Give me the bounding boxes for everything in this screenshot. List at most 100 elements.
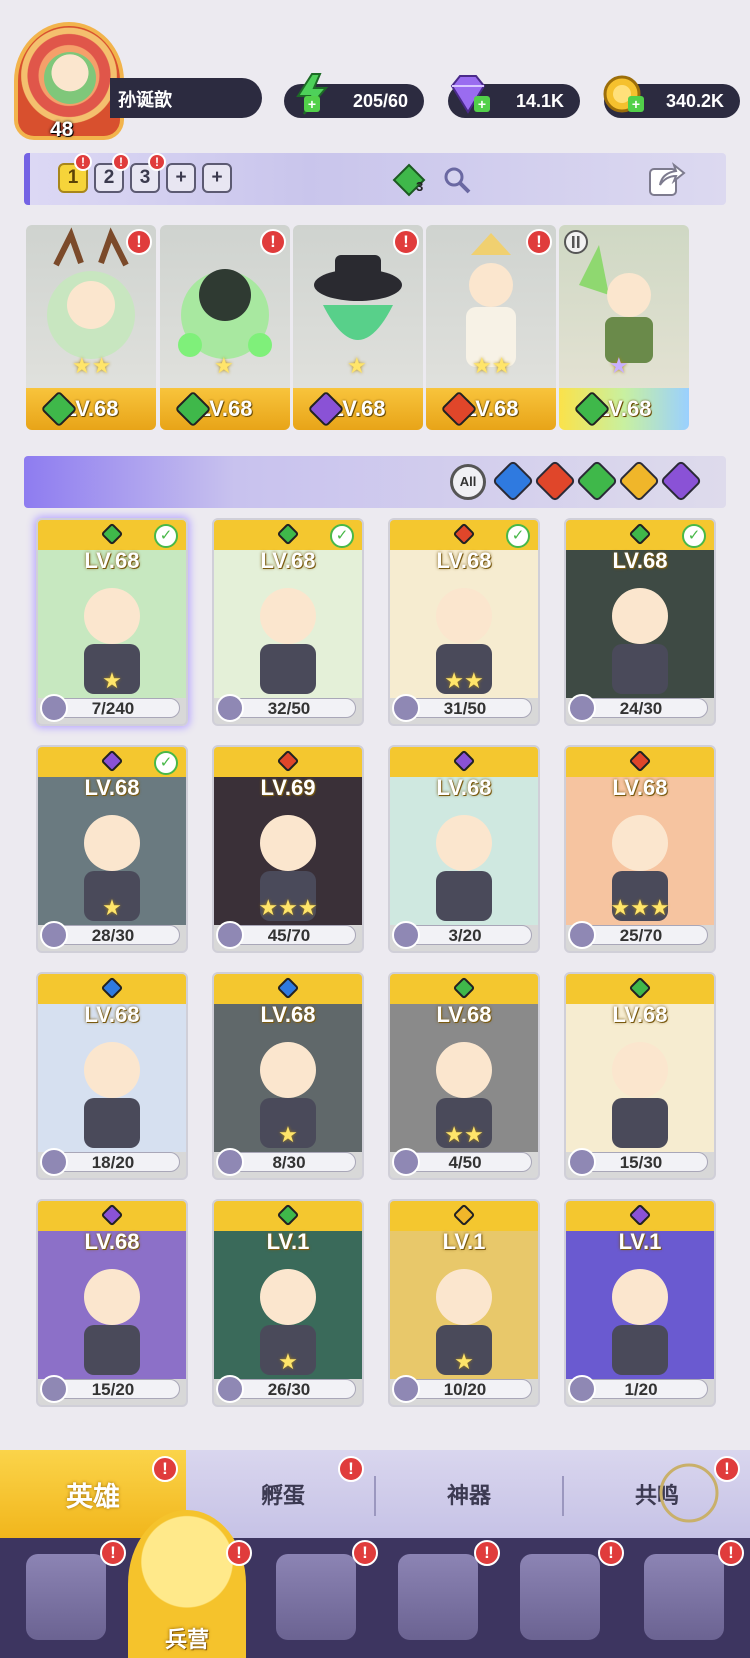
rank-badge-icon xyxy=(564,230,588,254)
dark-element-icon xyxy=(100,1203,124,1227)
filter-all-button[interactable]: All xyxy=(450,464,486,500)
hero-stars: ★ xyxy=(278,1349,298,1374)
nav-active-label: 兵营 xyxy=(164,1627,209,1652)
hero-card[interactable]: LV.68 ★★ 4/50 xyxy=(388,972,540,1180)
hero-card[interactable]: LV.68 24/30 ✓ xyxy=(564,518,716,726)
alert-badge: ! xyxy=(126,229,152,255)
gold-plus-button[interactable]: + xyxy=(628,96,644,112)
fragment-icon xyxy=(392,694,420,722)
nature-element-icon xyxy=(276,522,300,546)
hero-card[interactable]: LV.68 32/50 ✓ xyxy=(212,518,364,726)
team-selector-bar: 1 ! 2 ! 3 ! + + 3 xyxy=(24,153,726,205)
hero-level: LV.68 xyxy=(84,775,140,800)
nav-badge: ! xyxy=(352,1540,378,1566)
check-icon: ✓ xyxy=(682,524,706,548)
energy-plus-button[interactable]: + xyxy=(304,96,320,112)
dark-element-icon xyxy=(100,749,124,773)
hero-level: LV.1 xyxy=(618,1229,662,1254)
fire-element-icon xyxy=(628,749,652,773)
team-hero-card[interactable]: ★ LV.68 ! xyxy=(293,225,423,430)
nature-element-icon xyxy=(628,522,652,546)
hero-card[interactable]: LV.68 15/30 xyxy=(564,972,716,1180)
hero-card[interactable]: LV.68 15/20 xyxy=(36,1199,188,1407)
share-icon[interactable] xyxy=(646,159,686,199)
nature-element-icon xyxy=(452,976,476,1000)
hero-card[interactable]: LV.1 ★ 10/20 xyxy=(388,1199,540,1407)
loading-ring-icon xyxy=(659,1463,719,1523)
team-hero-card[interactable]: ★★ LV.68 ! xyxy=(426,225,556,430)
team-hero-card[interactable]: ★★ LV.68 ! xyxy=(26,225,156,430)
hero-card[interactable]: LV.68 ★★ 31/50 ✓ xyxy=(388,518,540,726)
gem-plus-button[interactable]: + xyxy=(474,96,490,112)
check-icon: ✓ xyxy=(154,524,178,548)
alert-badge: ! xyxy=(393,229,419,255)
hero-card[interactable]: LV.68 ★ 7/240 ✓ xyxy=(36,518,188,726)
add-team-button[interactable]: + xyxy=(166,163,196,193)
hero-level: LV.1 xyxy=(266,1229,310,1254)
top-status-bar: 48 孙诞歆 205/60 + 14.1K + 340.2K + xyxy=(0,0,750,150)
hero-level: LV.68 xyxy=(612,775,668,800)
hero-stars: ★★ xyxy=(72,353,112,378)
hero-level: LV.69 xyxy=(260,775,316,800)
avatar-portrait xyxy=(44,52,96,104)
fire-element-icon xyxy=(452,522,476,546)
fragment-icon xyxy=(568,921,596,949)
fragment-icon xyxy=(216,1375,244,1403)
hero-card[interactable]: LV.68 3/20 xyxy=(388,745,540,953)
fragment-icon xyxy=(40,921,68,949)
cards-icon[interactable] xyxy=(26,1554,106,1640)
tab-resonance-badge: ! xyxy=(714,1456,740,1482)
hero-level: LV.68 xyxy=(436,1002,492,1027)
hero-level: LV.68 xyxy=(84,1002,140,1027)
hero-card[interactable]: LV.1 ★ 26/30 xyxy=(212,1199,364,1407)
hero-card[interactable]: LV.68 ★ 8/30 xyxy=(212,972,364,1180)
tab-heroes-badge: ! xyxy=(152,1456,178,1482)
player-avatar[interactable]: 48 xyxy=(14,22,124,141)
castle-icon[interactable] xyxy=(644,1554,724,1640)
fragment-icon xyxy=(40,1375,68,1403)
water-element-icon xyxy=(100,976,124,1000)
hero-level: LV.68 xyxy=(436,775,492,800)
filter-light-icon[interactable] xyxy=(617,459,661,503)
fragment-icon xyxy=(568,1148,596,1176)
magnifier-icon[interactable] xyxy=(442,165,472,195)
check-icon: ✓ xyxy=(506,524,530,548)
map-book-icon[interactable] xyxy=(276,1554,356,1640)
hero-stars: ★ xyxy=(102,895,122,920)
hero-stars: ★★★ xyxy=(258,895,318,920)
team-hero-card[interactable]: ★ LV.68 ! xyxy=(160,225,290,430)
hero-stars: ★★ xyxy=(444,1122,484,1147)
check-icon: ✓ xyxy=(330,524,354,548)
hero-card[interactable]: LV.1 1/20 xyxy=(564,1199,716,1407)
fragment-icon xyxy=(392,1148,420,1176)
fragment-icon xyxy=(568,694,596,722)
hero-stars: ★ xyxy=(347,353,367,378)
hero-stars: ★ xyxy=(102,668,122,693)
hero-card[interactable]: LV.68 ★ 28/30 ✓ xyxy=(36,745,188,953)
water-element-icon xyxy=(276,976,300,1000)
element-filter-bar: All xyxy=(24,456,726,508)
nav-badge: ! xyxy=(718,1540,744,1566)
hero-card[interactable]: LV.68 18/20 xyxy=(36,972,188,1180)
add-team-button-2[interactable]: + xyxy=(202,163,232,193)
hero-level: LV.68 xyxy=(84,548,140,573)
fragment-icon xyxy=(216,694,244,722)
nature-element-icon xyxy=(276,1203,300,1227)
dark-element-icon xyxy=(628,1203,652,1227)
mushroom-house-icon[interactable] xyxy=(520,1554,600,1640)
hero-stars: ★★ xyxy=(472,353,512,378)
sub-tab-bar: 英雄 孵蛋 神器 共鸣 xyxy=(0,1450,750,1538)
filter-water-icon[interactable] xyxy=(491,459,535,503)
filter-dark-icon[interactable] xyxy=(659,459,703,503)
hero-stars: ★★★ xyxy=(610,895,670,920)
shrine-icon[interactable] xyxy=(398,1554,478,1640)
filter-fire-icon[interactable] xyxy=(533,459,577,503)
hero-card[interactable]: LV.69 ★★★ 45/70 xyxy=(212,745,364,953)
energy-value: 205/60 xyxy=(352,90,408,111)
hero-stars: ★ xyxy=(214,353,234,378)
hero-card[interactable]: LV.68 ★★★ 25/70 xyxy=(564,745,716,953)
fragment-icon xyxy=(392,1375,420,1403)
tab-artifacts[interactable]: 神器 xyxy=(376,1450,562,1538)
filter-nature-icon[interactable] xyxy=(575,459,619,503)
team-hero-card[interactable]: ★ LV.68 xyxy=(559,225,689,430)
